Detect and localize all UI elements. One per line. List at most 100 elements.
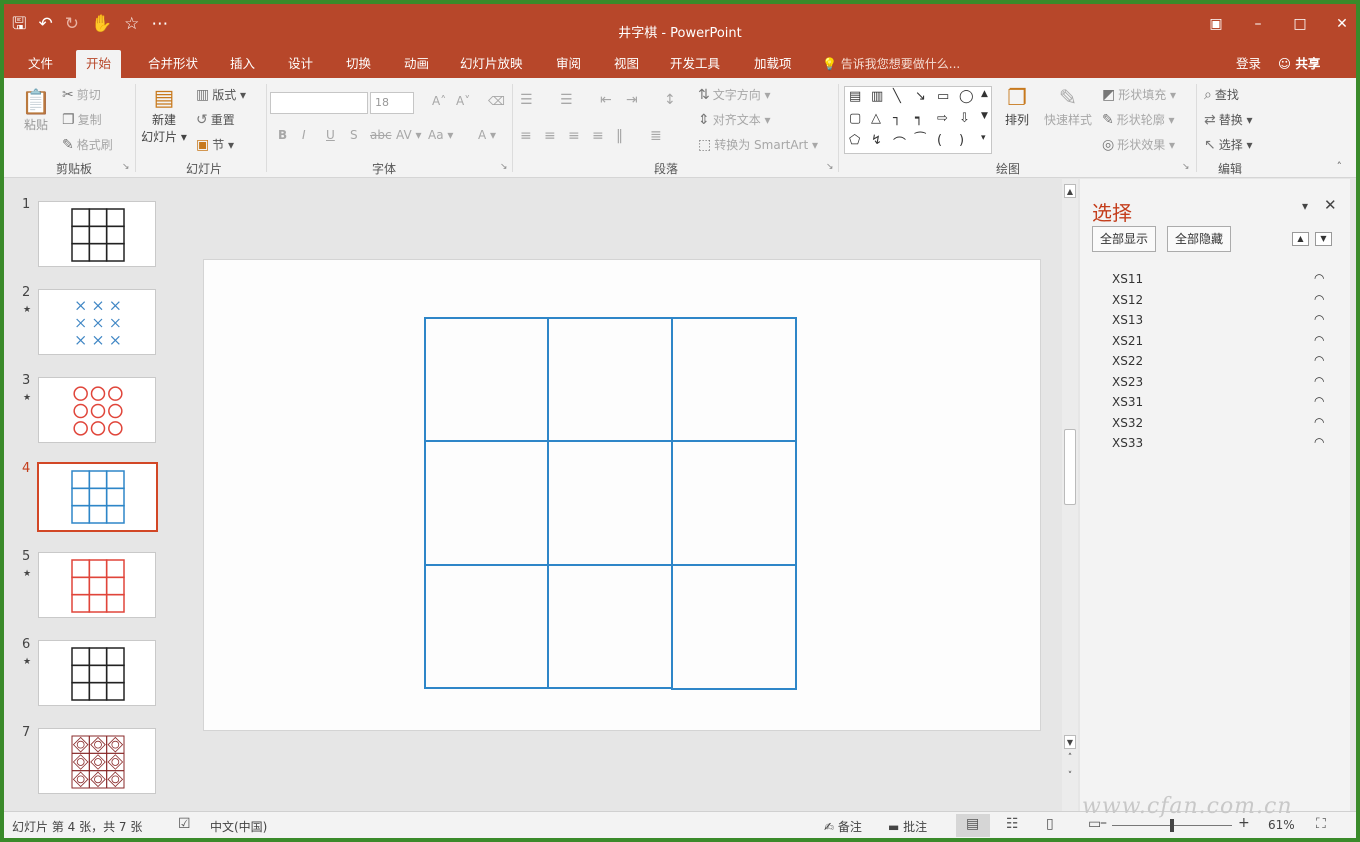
clear-formatting-button[interactable]: ⌫	[488, 94, 505, 108]
send-backward-icon[interactable]: ▼	[1315, 232, 1332, 246]
tab-animations[interactable]: 动画	[394, 50, 439, 78]
arrow-line-shape-icon[interactable]: ↘	[915, 89, 926, 104]
font-name-input[interactable]	[270, 92, 368, 114]
numbering-button[interactable]: ☰	[560, 92, 573, 108]
font-color-button[interactable]: A ▾	[478, 128, 496, 142]
freeform-shape-icon[interactable]: ⬠	[849, 133, 860, 148]
format-painter-button[interactable]: ✎ 格式刷	[62, 136, 113, 153]
decrease-indent-button[interactable]: ⇤	[600, 92, 612, 108]
quick-styles-button[interactable]: ✎ 快速样式	[1040, 86, 1096, 128]
minimize-icon[interactable]: –	[1250, 16, 1266, 32]
grid-cell-xs12[interactable]	[547, 317, 673, 442]
replace-button[interactable]: ⇄ 替换 ▾	[1204, 111, 1253, 128]
shape-outline-button[interactable]: ✎ 形状轮廓 ▾	[1102, 111, 1175, 128]
selection-item[interactable]: XS32	[1112, 416, 1143, 430]
pane-options-icon[interactable]: ▾	[1302, 199, 1308, 213]
eye-icon[interactable]: ◠	[1314, 312, 1324, 326]
tab-file[interactable]: 文件	[18, 50, 63, 78]
select-button[interactable]: ↖ 选择 ▾	[1204, 136, 1253, 153]
show-all-button[interactable]: 全部显示	[1092, 226, 1157, 252]
text-direction-button[interactable]: ⇅ 文字方向 ▾	[698, 86, 771, 103]
smartart-button[interactable]: ⬚ 转换为 SmartArt ▾	[698, 136, 818, 153]
paste-button[interactable]: 📋 粘贴	[18, 88, 54, 133]
gallery-more-icon[interactable]: ▾	[981, 133, 986, 143]
slide-thumbnail-6[interactable]	[38, 640, 156, 706]
normal-view-icon[interactable]: ▤	[966, 816, 979, 832]
maximize-icon[interactable]: □	[1292, 16, 1308, 32]
justify-button[interactable]: ≡	[592, 128, 604, 144]
eye-icon[interactable]: ◠	[1314, 435, 1324, 449]
grid-cell-xs21[interactable]	[424, 440, 549, 566]
eye-icon[interactable]: ◠	[1314, 353, 1324, 367]
grid-cell-xs33[interactable]	[671, 564, 797, 690]
rounded-rect-shape-icon[interactable]: ▢	[849, 111, 861, 126]
comments-button[interactable]: ▬ 批注	[888, 818, 927, 835]
scroll-down-icon[interactable]: ▼	[1064, 735, 1076, 749]
fit-to-window-icon[interactable]: ⛶	[1316, 816, 1326, 832]
reading-view-icon[interactable]: ▯	[1046, 816, 1054, 832]
slide-thumbnail-3[interactable]	[38, 377, 156, 443]
tab-slide-show[interactable]: 幻灯片放映	[450, 50, 533, 78]
grid-cell-xs23[interactable]	[671, 440, 797, 566]
text-shadow-button[interactable]: S	[350, 128, 358, 142]
italic-button[interactable]: I	[302, 128, 306, 142]
shape-effects-button[interactable]: ◎ 形状效果 ▾	[1102, 136, 1175, 153]
bring-forward-icon[interactable]: ▲	[1292, 232, 1309, 246]
selection-item[interactable]: XS22	[1112, 354, 1143, 368]
copy-button[interactable]: ❐ 复制	[62, 111, 102, 128]
tab-developer[interactable]: 开发工具	[660, 50, 730, 78]
increase-indent-button[interactable]: ⇥	[626, 92, 638, 108]
down-arrow-shape-icon[interactable]: ⇩	[959, 111, 970, 126]
underline-button[interactable]: U	[326, 128, 335, 142]
selection-item[interactable]: XS33	[1112, 436, 1143, 450]
notes-button[interactable]: ✍ 备注	[824, 818, 862, 835]
tab-insert[interactable]: 插入	[220, 50, 265, 78]
eye-icon[interactable]: ◠	[1314, 374, 1324, 388]
cut-button[interactable]: ✂ 剪切	[62, 86, 101, 103]
close-pane-icon[interactable]: ✕	[1324, 196, 1337, 214]
tab-review[interactable]: 审阅	[546, 50, 591, 78]
columns-button[interactable]: ‖	[616, 128, 623, 144]
bullets-button[interactable]: ☰	[520, 92, 533, 108]
align-left-button[interactable]: ≡	[520, 128, 532, 144]
character-spacing-button[interactable]: AV ▾	[396, 128, 422, 142]
next-slide-icon[interactable]: ˅	[1064, 771, 1076, 781]
paragraph-more-button[interactable]: ≣	[650, 128, 662, 144]
change-case-button[interactable]: Aa ▾	[428, 128, 453, 142]
previous-slide-icon[interactable]: ˄	[1064, 753, 1076, 763]
font-size-input[interactable]: 18	[370, 92, 414, 114]
tab-transitions[interactable]: 切换	[336, 50, 381, 78]
zoom-level[interactable]: 61%	[1268, 818, 1295, 832]
selection-item[interactable]: XS12	[1112, 293, 1143, 307]
eye-icon[interactable]: ◠	[1314, 394, 1324, 408]
hide-all-button[interactable]: 全部隐藏	[1167, 226, 1232, 252]
sign-in-link[interactable]: 登录	[1236, 50, 1261, 78]
textbox-shape-icon[interactable]: ▤	[849, 89, 861, 104]
tab-view[interactable]: 视图	[604, 50, 649, 78]
paragraph-dialog-launcher[interactable]: ↘	[826, 162, 834, 172]
current-slide[interactable]	[203, 259, 1041, 731]
close-icon[interactable]: ✕	[1334, 16, 1350, 32]
ribbon-display-options-icon[interactable]: ▣	[1208, 16, 1224, 32]
eye-icon[interactable]: ◠	[1314, 271, 1324, 285]
selection-item[interactable]: XS31	[1112, 395, 1143, 409]
align-center-button[interactable]: ≡	[544, 128, 556, 144]
curve-arrow-shape-icon[interactable]: ⁀	[915, 133, 925, 148]
drawing-dialog-launcher[interactable]: ↘	[1182, 162, 1190, 172]
left-brace-shape-icon[interactable]: (	[937, 133, 942, 148]
curve-shape-icon[interactable]: ⌒	[893, 133, 906, 152]
grid-cell-xs13[interactable]	[671, 317, 797, 442]
selection-item[interactable]: XS11	[1112, 272, 1143, 286]
slide-thumbnail-4[interactable]	[37, 462, 158, 532]
slide-thumbnail-2[interactable]	[38, 289, 156, 355]
align-right-button[interactable]: ≡	[568, 128, 580, 144]
elbow-connector-shape-icon[interactable]: ┐	[893, 111, 901, 126]
grid-cell-xs32[interactable]	[547, 564, 673, 689]
rectangle-shape-icon[interactable]: ▭	[937, 89, 949, 104]
right-brace-shape-icon[interactable]: )	[959, 133, 964, 148]
strikethrough-button[interactable]: abc	[370, 128, 392, 142]
font-dialog-launcher[interactable]: ↘	[500, 162, 508, 172]
triangle-shape-icon[interactable]: △	[871, 111, 881, 126]
grow-font-button[interactable]: A˄	[432, 94, 446, 108]
selection-item[interactable]: XS21	[1112, 334, 1143, 348]
